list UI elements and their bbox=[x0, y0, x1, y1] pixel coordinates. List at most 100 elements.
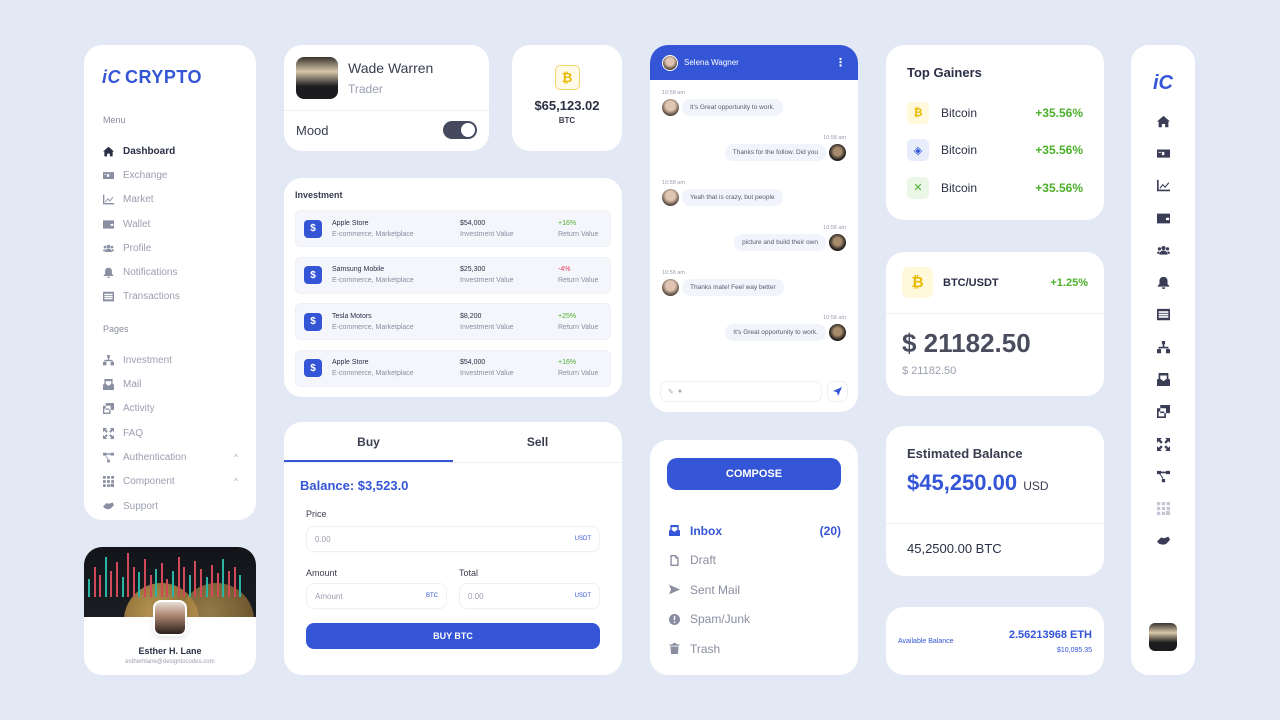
investment-category: E-commerce, Marketplace bbox=[332, 230, 414, 238]
candle-bar bbox=[188, 575, 191, 597]
message-time: 10:58 am bbox=[662, 90, 685, 96]
user-avatar[interactable] bbox=[1149, 623, 1177, 651]
mail-folder-draft[interactable]: Draft bbox=[667, 546, 841, 576]
sidebar-item-authentication[interactable]: Authentication ^ bbox=[102, 445, 238, 469]
mail-folder-trash[interactable]: Trash bbox=[667, 634, 841, 664]
candle-bar bbox=[104, 557, 107, 597]
sidebar-item-wallet[interactable]: Wallet bbox=[102, 212, 238, 236]
rail-grid-icon[interactable] bbox=[1157, 493, 1170, 525]
coin-name: Bitcoin bbox=[941, 105, 978, 120]
investment-row[interactable]: $ Apple Store E-commerce, Marketplace $5… bbox=[295, 210, 611, 247]
tab-sell[interactable]: Sell bbox=[453, 422, 622, 462]
available-balance-card: Available Balance 2.56213968 ETH $10,095… bbox=[886, 607, 1104, 675]
estimated-balance-card: Estimated Balance $45,250.00 USD 45,2500… bbox=[886, 426, 1104, 576]
sidebar-item-faq[interactable]: FAQ bbox=[102, 421, 238, 445]
rail-mail-icon[interactable] bbox=[1157, 363, 1170, 395]
btc-code: BTC bbox=[558, 116, 576, 125]
logo[interactable]: iC CRYPTO bbox=[102, 67, 238, 88]
sidebar-item-transactions[interactable]: Transactions bbox=[102, 285, 238, 309]
rail-chart-line-icon[interactable] bbox=[1157, 170, 1170, 202]
message-time: 10:58 am bbox=[662, 270, 685, 276]
gainer-row[interactable]: ◈ Bitcoin +35.56% bbox=[907, 132, 1083, 170]
rail-handshake-icon[interactable] bbox=[1157, 525, 1170, 557]
buy-btc-button[interactable]: BUY BTC bbox=[306, 623, 600, 649]
rail-sitemap-icon[interactable] bbox=[1157, 331, 1170, 363]
return-value: +25% bbox=[558, 312, 577, 320]
gainer-row[interactable]: ₿ Bitcoin +35.56% bbox=[907, 94, 1083, 132]
sidebar-item-label: Transactions bbox=[123, 291, 180, 303]
message-bubble: It's Great opportunity to work. bbox=[725, 324, 826, 341]
sidebar-item-label: Component bbox=[123, 476, 175, 488]
message-avatar bbox=[829, 234, 846, 251]
handshake-icon bbox=[102, 500, 114, 512]
sidebar-item-activity[interactable]: Activity bbox=[102, 397, 238, 421]
icon-rail: iC bbox=[1131, 45, 1195, 675]
rail-home-icon[interactable] bbox=[1157, 105, 1170, 137]
amount-input[interactable]: Amount BTC bbox=[306, 583, 447, 609]
candle-bar bbox=[200, 569, 202, 597]
rail-logo[interactable]: iC bbox=[1131, 72, 1195, 95]
total-label: Total bbox=[459, 568, 479, 578]
rail-list-icon[interactable] bbox=[1157, 299, 1170, 331]
chevron-up-icon[interactable]: ^ bbox=[234, 453, 238, 462]
rail-users-icon[interactable] bbox=[1157, 234, 1170, 266]
chat-message: 10:58 am Yeah that is crazy, but people bbox=[662, 180, 783, 206]
dollar-icon: $ bbox=[304, 266, 322, 284]
profile-avatar[interactable] bbox=[153, 600, 187, 636]
mail-folder-inbox[interactable]: Inbox (20) bbox=[667, 516, 841, 546]
compose-button[interactable]: COMPOSE bbox=[667, 458, 841, 490]
sidebar-item-notifications[interactable]: Notifications bbox=[102, 260, 238, 284]
candle-bar bbox=[132, 567, 135, 597]
investment-row[interactable]: $ Tesla Motors E-commerce, Marketplace $… bbox=[295, 303, 611, 340]
gainer-row[interactable]: ✕ Bitcoin +35.56% bbox=[907, 169, 1083, 207]
pair-card: ₿ BTC/USDT +1.25% $ 21182.50 $ 21182.50 bbox=[886, 252, 1104, 396]
sidebar-item-profile[interactable]: Profile bbox=[102, 236, 238, 260]
estimated-value: $45,250.00 bbox=[907, 470, 1018, 495]
x-coin-icon: ✕ bbox=[907, 176, 929, 199]
sidebar-item-market[interactable]: Market bbox=[102, 188, 238, 212]
mail-folder-label: Trash bbox=[690, 641, 721, 656]
mood-toggle[interactable] bbox=[443, 121, 477, 139]
candle-bar bbox=[172, 571, 174, 597]
rail-expand-icon[interactable] bbox=[1157, 428, 1170, 460]
return-value: +16% bbox=[558, 359, 577, 366]
logo-text: CRYPTO bbox=[125, 67, 203, 87]
candle-bar bbox=[216, 573, 219, 597]
candle-bar bbox=[205, 577, 208, 597]
sidebar-item-support[interactable]: Support bbox=[102, 494, 238, 518]
rail-images-icon[interactable] bbox=[1157, 396, 1170, 428]
send-button[interactable] bbox=[827, 381, 848, 402]
sidebar-item-investment[interactable]: Investment bbox=[102, 348, 238, 372]
candle-bar bbox=[144, 559, 146, 597]
message-input[interactable]: ✎ ● bbox=[660, 381, 822, 402]
sidebar-item-component[interactable]: Component ^ bbox=[102, 470, 238, 494]
btc-price-card: ₿ $65,123.02 BTC bbox=[512, 45, 622, 151]
inbox-icon bbox=[667, 525, 681, 536]
investment-row[interactable]: $ Samsung Mobile E-commerce, Marketplace… bbox=[295, 256, 611, 294]
tab-buy[interactable]: Buy bbox=[284, 422, 453, 462]
investment-value-label: Investment Value bbox=[460, 230, 514, 238]
price-input[interactable]: 0.00 USDT bbox=[306, 526, 600, 552]
sidebar-item-exchange[interactable]: Exchange bbox=[102, 163, 238, 187]
price-label: Price bbox=[306, 509, 327, 519]
mail-folder-spam-junk[interactable]: Spam/Junk bbox=[667, 605, 841, 635]
more-menu-icon[interactable]: ⋮ bbox=[835, 56, 846, 69]
attach-icon[interactable]: ✎ bbox=[668, 388, 674, 396]
chart-line-icon bbox=[102, 194, 114, 206]
investment-name: Samsung Mobile bbox=[332, 266, 385, 273]
chevron-up-icon[interactable]: ^ bbox=[234, 477, 238, 486]
mail-folder-sent-mail[interactable]: Sent Mail bbox=[667, 575, 841, 605]
rail-bell-icon[interactable] bbox=[1157, 266, 1170, 298]
investment-row[interactable]: $ Apple Store E-commerce, Marketplace $5… bbox=[295, 349, 611, 387]
total-input[interactable]: 0.00 USDT bbox=[459, 583, 600, 609]
coin-name: Bitcoin bbox=[941, 143, 978, 158]
investment-value: $54,000 bbox=[460, 219, 486, 227]
rail-exchange-icon[interactable] bbox=[1157, 137, 1170, 169]
emoji-icon[interactable]: ● bbox=[678, 388, 682, 395]
rail-wallet-icon[interactable] bbox=[1157, 202, 1170, 234]
pair-sub-price: $ 21182.50 bbox=[902, 365, 957, 377]
sidebar-item-mail[interactable]: Mail bbox=[102, 372, 238, 396]
rail-nodes-icon[interactable] bbox=[1157, 460, 1170, 492]
available-usd: $10,095.35 bbox=[1056, 646, 1092, 654]
sidebar-item-dashboard[interactable]: Dashboard bbox=[102, 139, 238, 163]
